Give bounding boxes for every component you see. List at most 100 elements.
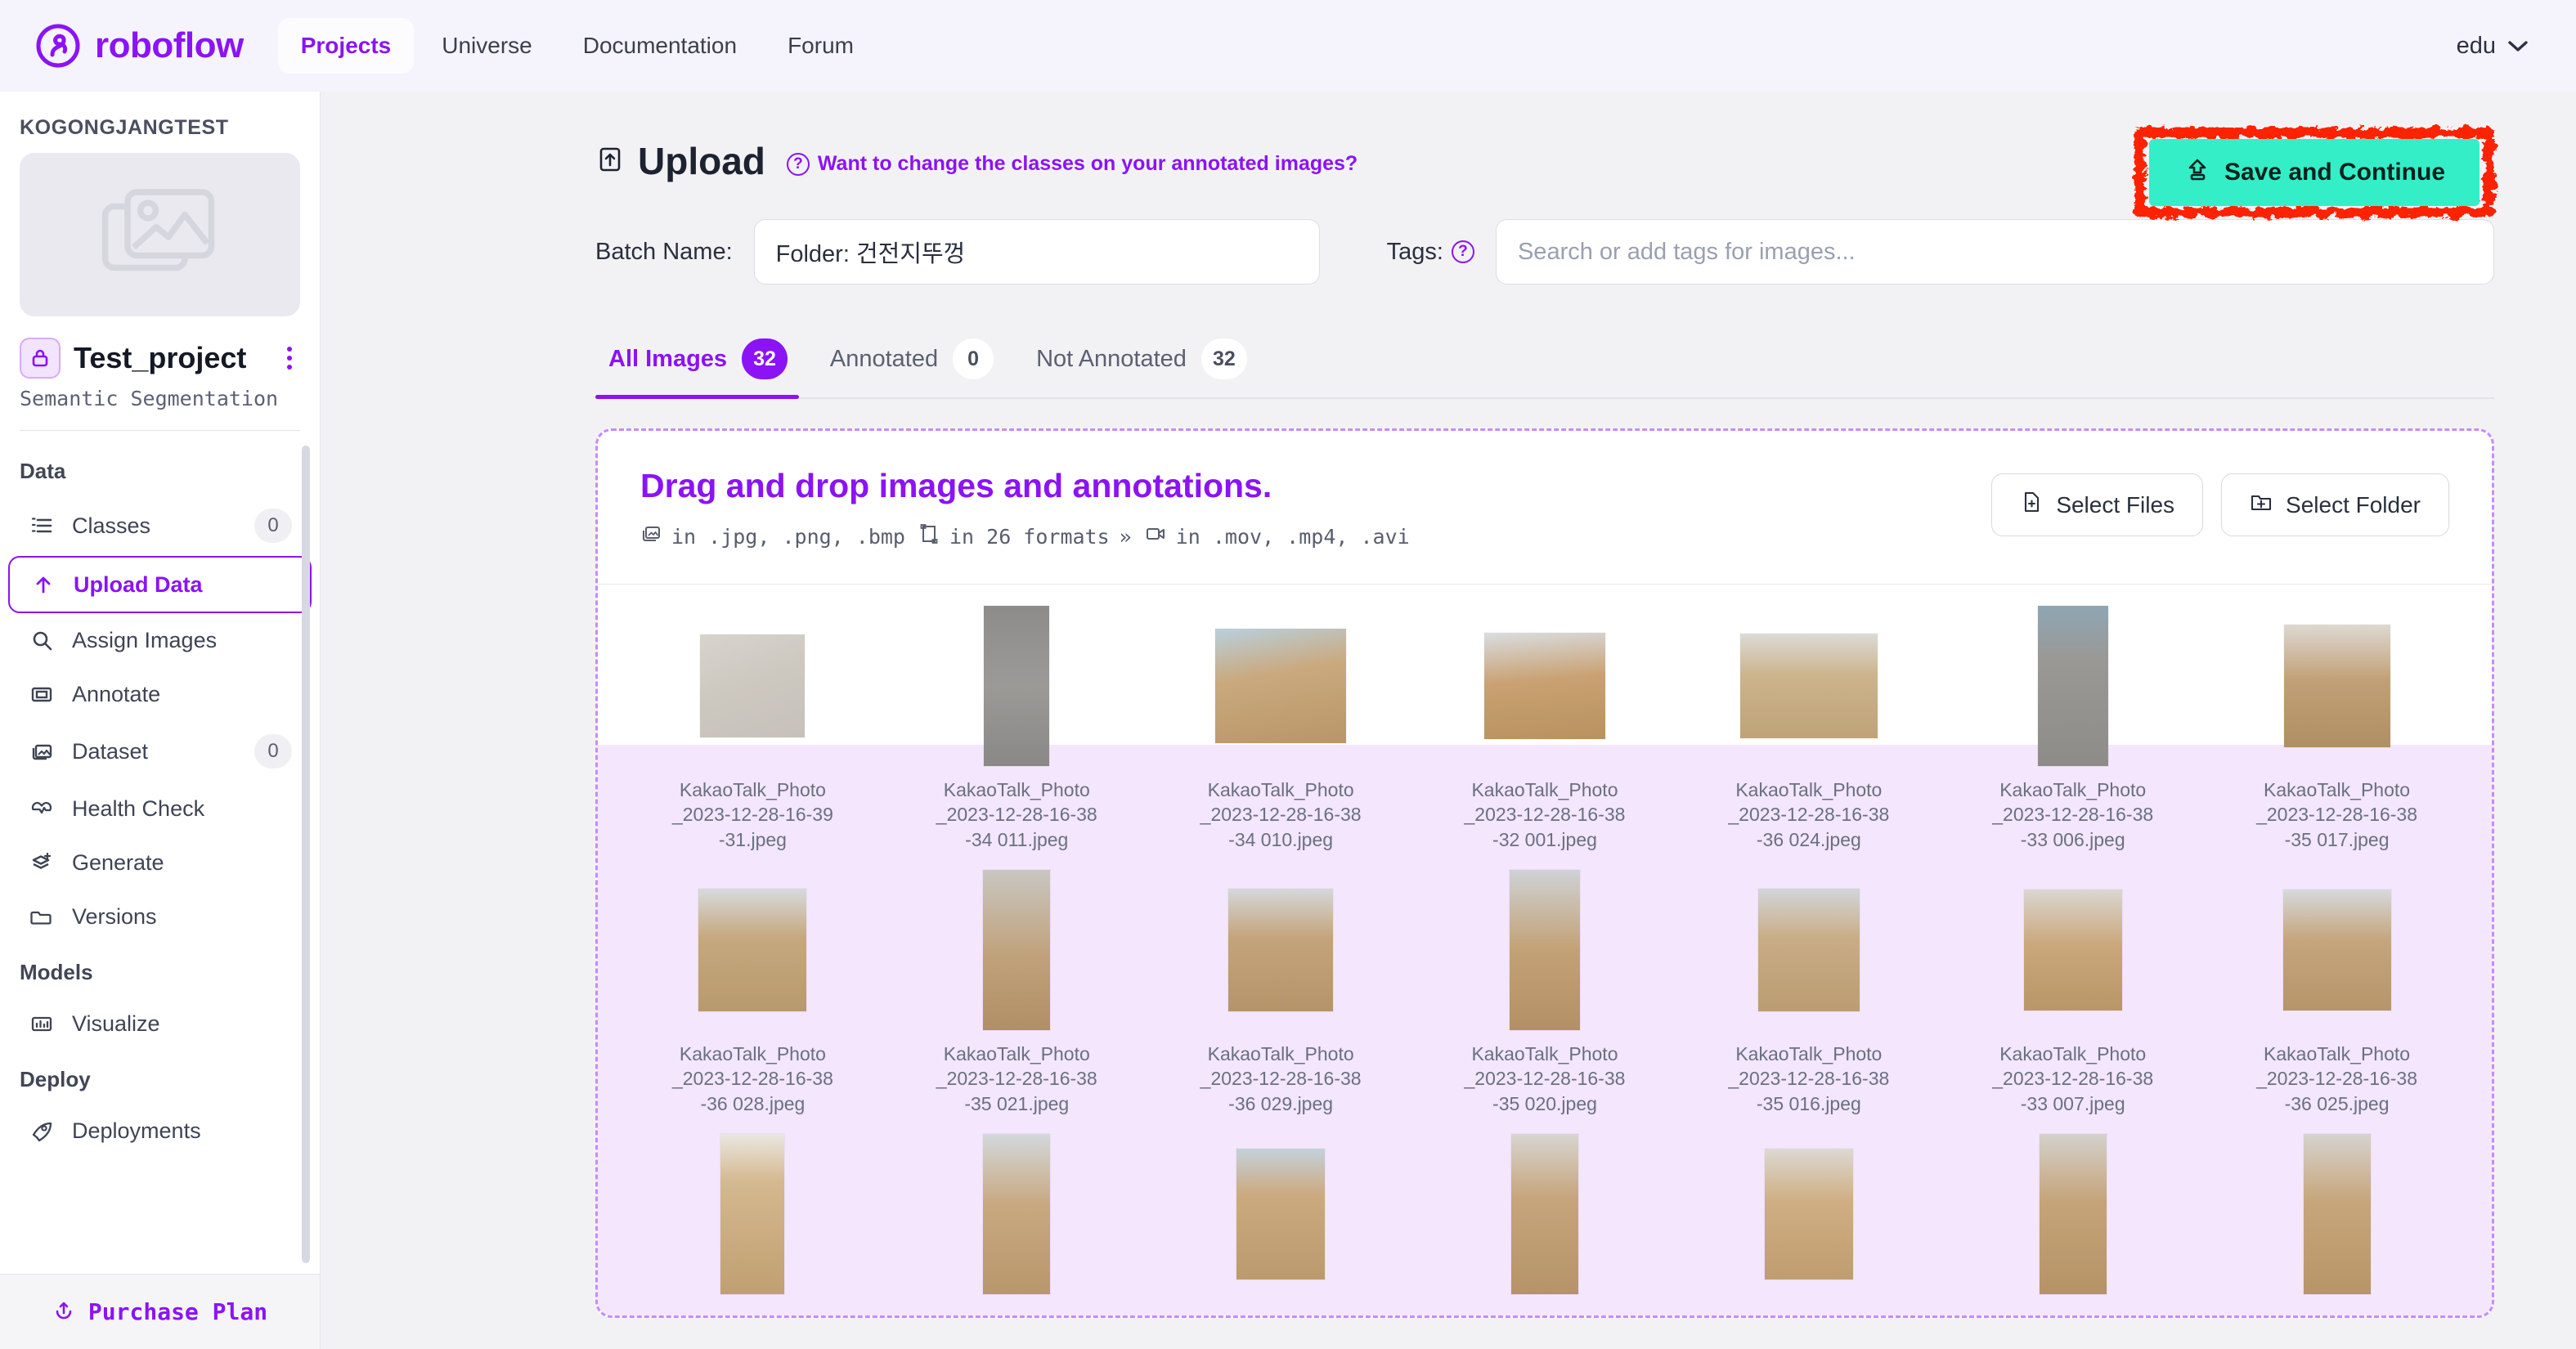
nav-item-projects[interactable]: Projects — [277, 18, 415, 74]
nav-item-universe[interactable]: Universe — [419, 18, 554, 74]
sidebar-item-label: Versions — [72, 903, 157, 929]
tab-count-badge: 32 — [742, 338, 788, 379]
tab-annotated[interactable]: Annotated 0 — [817, 325, 1023, 397]
brand-logo-group[interactable]: roboflow — [36, 24, 244, 68]
image-grid-item[interactable]: KakaoTalk_Photo _2023-12-28-16-38 -35 016.… — [1696, 870, 1921, 1134]
image-grid-item[interactable] — [1696, 1134, 1921, 1315]
image-thumbnail[interactable] — [2303, 1134, 2371, 1295]
image-grid-item[interactable] — [2224, 1134, 2449, 1315]
image-filename — [2231, 1294, 2444, 1315]
image-thumbnail[interactable] — [720, 1134, 785, 1295]
sidebar-item-dataset[interactable]: Dataset 0 — [8, 721, 312, 782]
image-grid-item[interactable]: KakaoTalk_Photo _2023-12-28-16-38 -33 006.… — [1960, 606, 2185, 870]
select-files-button[interactable]: Select Files — [1991, 473, 2204, 536]
image-grid-item[interactable] — [1960, 1134, 2185, 1315]
thumbnail-area — [904, 1134, 1129, 1295]
image-thumbnail[interactable] — [1757, 889, 1860, 1012]
project-options-button[interactable] — [279, 340, 300, 376]
image-thumbnail[interactable] — [984, 606, 1050, 766]
sidebar-item-health-check[interactable]: Health Check — [8, 782, 312, 836]
image-thumbnail[interactable] — [700, 634, 806, 737]
image-filename: KakaoTalk_Photo _2023-12-28-16-38 -35 020.… — [1464, 1043, 1626, 1114]
nav-item-forum[interactable]: Forum — [765, 18, 877, 74]
image-thumbnail[interactable] — [1228, 889, 1334, 1012]
user-menu[interactable]: edu — [2457, 33, 2540, 60]
image-grid-item[interactable] — [904, 1134, 1129, 1315]
tags-input[interactable]: Search or add tags for images... — [1495, 219, 2494, 285]
image-thumbnail[interactable] — [1236, 1149, 1326, 1280]
thumbnail-area — [2224, 606, 2449, 766]
tags-label: Tags: — [1386, 238, 1443, 265]
page-title: Upload — [595, 139, 765, 183]
image-thumbnail[interactable] — [2283, 625, 2390, 747]
image-thumbnail[interactable] — [2023, 890, 2122, 1011]
image-grid-item[interactable]: KakaoTalk_Photo _2023-12-28-16-38 -35 020.… — [1433, 870, 1658, 1134]
image-filename: KakaoTalk_Photo _2023-12-28-16-38 -36 025.… — [2256, 1043, 2418, 1114]
image-grid-item[interactable]: KakaoTalk_Photo _2023-12-28-16-38 -36 028.… — [640, 870, 865, 1134]
image-grid-item[interactable] — [640, 1134, 865, 1315]
image-thumbnail[interactable] — [2039, 1134, 2107, 1295]
image-grid-item[interactable]: KakaoTalk_Photo _2023-12-28-16-38 -34 010.… — [1169, 606, 1393, 870]
sidebar-item-deployments[interactable]: Deployments — [8, 1104, 312, 1158]
image-thumbnail[interactable] — [2282, 890, 2391, 1011]
sidebar-item-versions[interactable]: Versions — [8, 890, 312, 943]
image-grid-item[interactable]: KakaoTalk_Photo _2023-12-28-16-38 -36 024.… — [1696, 606, 1921, 870]
thumbnail-area — [904, 606, 1129, 766]
project-name: Test_project — [74, 341, 247, 374]
thumbnail-area — [1696, 606, 1921, 766]
sidebar-scrollbar[interactable] — [302, 436, 315, 1269]
page-header: Upload ? Want to change the classes on y… — [595, 139, 2494, 206]
image-grid-item[interactable]: KakaoTalk_Photo _2023-12-28-16-38 -36 025.… — [2224, 870, 2449, 1134]
list-icon — [28, 512, 56, 540]
image-grid-item[interactable]: KakaoTalk_Photo _2023-12-28-16-38 -35 021.… — [904, 870, 1129, 1134]
image-thumbnail[interactable] — [1483, 633, 1605, 739]
select-folder-button[interactable]: Select Folder — [2221, 473, 2449, 536]
image-filename: KakaoTalk_Photo _2023-12-28-16-38 -35 021.… — [936, 1043, 1097, 1114]
image-grid-item[interactable]: KakaoTalk_Photo _2023-12-28-16-39 -31.jpeg — [640, 606, 865, 870]
sidebar-item-annotate[interactable]: Annotate — [8, 667, 312, 721]
tab-not-annotated[interactable]: Not Annotated 32 — [1023, 325, 1277, 397]
tab-label: Annotated — [829, 345, 939, 372]
main-content: Upload ? Want to change the classes on y… — [321, 92, 2576, 1349]
image-thumbnail[interactable] — [1215, 629, 1347, 743]
image-thumbnail[interactable] — [1739, 634, 1878, 738]
section-label-deploy: Deploy — [20, 1067, 91, 1091]
tags-help-icon[interactable]: ? — [1451, 240, 1474, 263]
image-grid-item[interactable] — [1433, 1134, 1658, 1315]
format-images: in .jpg, .png, .bmp — [640, 523, 905, 549]
image-grid-item[interactable] — [1169, 1134, 1393, 1315]
save-and-continue-button[interactable]: Save and Continue — [2148, 139, 2480, 206]
image-grid-item[interactable]: KakaoTalk_Photo _2023-12-28-16-38 -36 029.… — [1169, 870, 1393, 1134]
sidebar-item-label: Dataset — [72, 738, 149, 764]
image-thumbnail[interactable] — [983, 1134, 1051, 1295]
tab-label: All Images — [608, 345, 728, 372]
change-classes-link[interactable]: ? Want to change the classes on your ann… — [786, 152, 1358, 176]
chevrons-right-icon[interactable]: » — [1120, 525, 1132, 549]
dropzone-card[interactable]: Drag and drop images and annotations. in… — [595, 428, 2494, 1318]
image-grid-item[interactable]: KakaoTalk_Photo _2023-12-28-16-38 -32 001.… — [1433, 606, 1658, 870]
image-grid-item[interactable]: KakaoTalk_Photo _2023-12-28-16-38 -33 007.… — [1960, 870, 2185, 1134]
change-classes-link-label: Want to change the classes on your annot… — [817, 152, 1358, 175]
sidebar-item-upload-data[interactable]: Upload Data — [8, 556, 312, 613]
sidebar-item-generate[interactable]: Generate — [8, 836, 312, 890]
image-thumbnail[interactable] — [698, 889, 807, 1012]
image-filename: KakaoTalk_Photo _2023-12-28-16-39 -31.jpeg — [671, 779, 833, 850]
image-thumbnail[interactable] — [1764, 1149, 1853, 1280]
sidebar-item-assign-images[interactable]: Assign Images — [8, 613, 312, 667]
sidebar-item-classes[interactable]: Classes 0 — [8, 495, 312, 556]
folders-icon — [28, 903, 56, 930]
image-grid-wrap: KakaoTalk_Photo _2023-12-28-16-39 -31.jpeg… — [598, 585, 2492, 1315]
nav-item-documentation[interactable]: Documentation — [560, 18, 760, 74]
tab-all-images[interactable]: All Images 32 — [595, 325, 817, 399]
purchase-plan-button[interactable]: Purchase Plan — [0, 1274, 320, 1349]
image-thumbnail[interactable] — [2037, 606, 2108, 766]
image-grid-item[interactable]: KakaoTalk_Photo _2023-12-28-16-38 -35 017.… — [2224, 606, 2449, 870]
primary-nav: Projects Universe Documentation Forum — [277, 18, 877, 74]
batch-name-input[interactable]: Folder: 건전지뚜껑 — [753, 219, 1320, 285]
sidebar-item-visualize[interactable]: Visualize — [8, 997, 312, 1051]
image-thumbnail[interactable] — [1509, 870, 1580, 1031]
thumbnail-area — [640, 606, 865, 766]
image-thumbnail[interactable] — [983, 870, 1051, 1031]
image-grid-item[interactable]: KakaoTalk_Photo _2023-12-28-16-38 -34 011.… — [904, 606, 1129, 870]
image-thumbnail[interactable] — [1510, 1134, 1578, 1295]
